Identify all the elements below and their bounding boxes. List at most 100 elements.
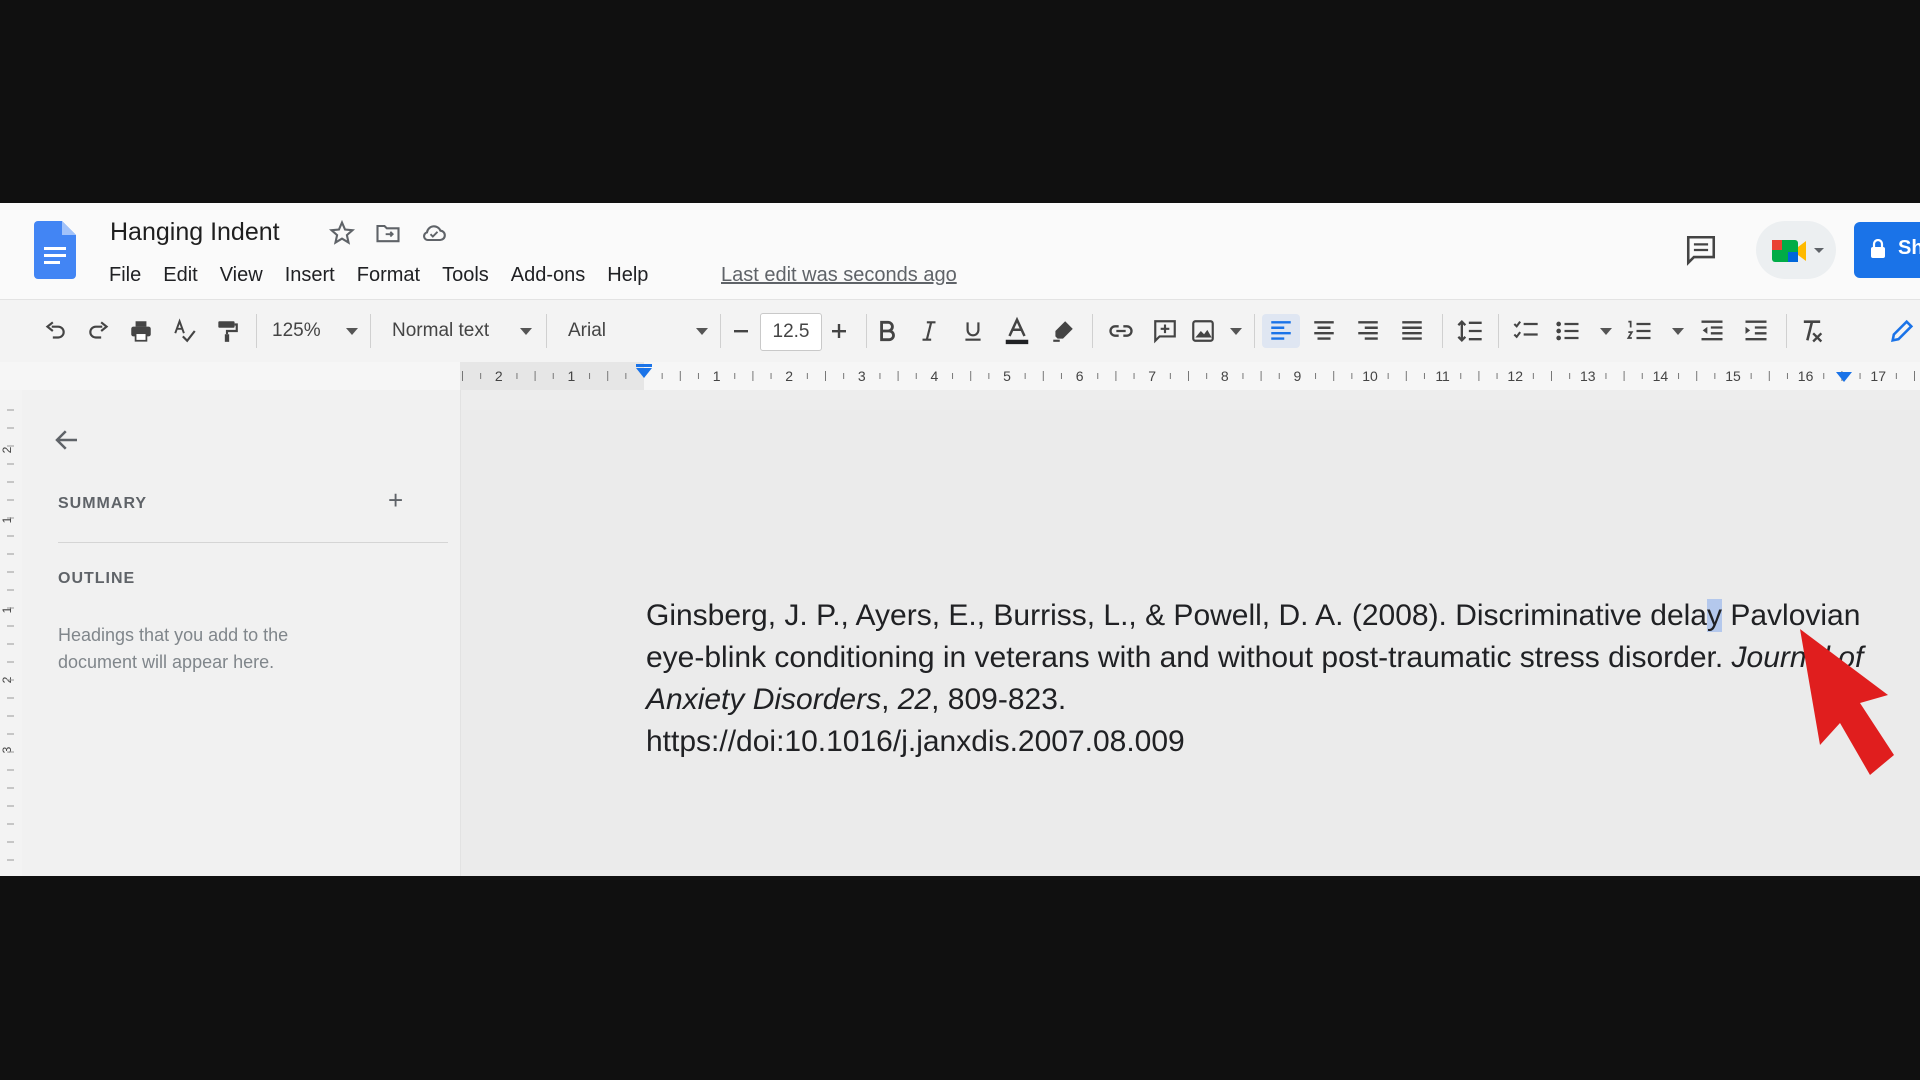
increase-indent-icon[interactable] [1738,314,1774,348]
ruler-number: 8 [1221,368,1229,384]
vertical-ruler: 21123 [0,390,23,876]
ruler-number: 11 [1435,368,1450,384]
numbered-list-icon [1626,320,1651,340]
volume-number: 22 [897,683,932,716]
move-folder-icon[interactable] [374,219,402,247]
star-icon[interactable] [328,219,356,247]
menu-tools[interactable]: Tools [431,260,500,291]
formatting-toolbar: 125% Normal text Arial 12.5 [0,299,1920,363]
undo-icon[interactable] [38,314,72,348]
chevron-down-icon [520,327,532,335]
first-line-indent-marker-icon[interactable] [636,364,652,367]
cloud-status-icon[interactable] [420,219,448,247]
insert-link-icon[interactable] [1104,314,1138,348]
italic-icon[interactable] [912,314,946,348]
last-edit-link[interactable]: Last edit was seconds ago [721,264,957,287]
vertical-ruler-number: 1 [0,516,14,523]
lock-icon [1871,239,1885,258]
bulleted-list-dropdown[interactable] [1554,314,1612,348]
document-canvas: Ginsberg, J. P., Ayers, E., Burriss, L.,… [460,390,1920,876]
meet-button[interactable] [1756,221,1836,279]
reference-paragraph[interactable]: Ginsberg, J. P., Ayers, E., Burriss, L.,… [646,595,1876,763]
bold-icon[interactable] [870,314,904,348]
decrease-font-size-button[interactable] [726,314,756,348]
ruler-margin-area [460,362,644,390]
menu-addons[interactable]: Add-ons [500,260,597,291]
menu-format[interactable]: Format [346,260,431,291]
insert-image-dropdown[interactable] [1190,314,1242,348]
justify-icon[interactable] [1394,314,1430,348]
ruler-number: 4 [931,368,939,384]
page-range: , 809-823. [931,683,1067,716]
numbered-list-dropdown[interactable] [1626,314,1684,348]
text-color-icon[interactable] [1000,314,1034,348]
comments-icon[interactable] [1684,233,1718,267]
decrease-indent-icon[interactable] [1694,314,1730,348]
docs-logo-icon[interactable] [34,221,76,279]
share-button[interactable]: Sh [1854,222,1920,278]
menu-view[interactable]: View [209,260,274,291]
chevron-down-icon [1230,327,1242,335]
chevron-down-icon [696,327,708,335]
horizontal-ruler[interactable]: 2 1 1 2 3 4 5 6 7 8 9 10 11 12 13 14 15 16 17 [0,362,1920,391]
style-value: Normal text [392,320,490,341]
plus-icon [832,324,846,338]
redo-icon[interactable] [82,314,116,348]
font-dropdown[interactable]: Arial [568,314,708,348]
comma-text: , [881,683,898,716]
ruler-number: 17 [1870,368,1886,384]
outline-heading: OUTLINE [58,570,136,587]
underline-icon[interactable] [956,314,990,348]
close-outline-arrow-icon[interactable] [52,425,82,455]
summary-heading: SUMMARY [58,495,148,512]
paint-format-icon[interactable] [210,314,244,348]
document-page[interactable]: Ginsberg, J. P., Ayers, E., Burriss, L.,… [461,410,1920,876]
right-indent-marker-icon[interactable] [1836,372,1852,382]
red-pointer-arrow-icon [1800,629,1894,775]
document-outline-panel: SUMMARY + OUTLINE Headings that you add … [22,390,460,876]
menu-insert[interactable]: Insert [274,260,346,291]
ruler-number: 2 [785,368,793,384]
insert-comment-icon[interactable] [1148,314,1182,348]
menu-file[interactable]: File [98,260,152,291]
checklist-icon[interactable] [1508,314,1544,348]
print-icon[interactable] [124,314,158,348]
outline-empty-hint: Headings that you add to the document wi… [58,625,289,672]
ruler-number: 3 [858,368,866,384]
add-summary-button[interactable]: + [388,485,403,516]
editing-mode-icon[interactable] [1884,314,1920,348]
increase-font-size-button[interactable] [824,314,854,348]
paragraph-style-dropdown[interactable]: Normal text [392,314,532,348]
spellcheck-icon[interactable] [168,314,202,348]
share-label: Sh [1898,237,1920,259]
highlight-color-icon[interactable] [1046,314,1080,348]
image-icon [1192,320,1214,342]
vertical-ruler-number: 1 [0,606,14,613]
doi-link[interactable]: https://doi:10.1016/j.janxdis.2007.08.00… [646,725,1185,758]
ruler-number: 16 [1798,368,1814,384]
zoom-dropdown[interactable]: 125% [272,314,358,348]
ruler-number: 1 [713,368,721,384]
document-title[interactable]: Hanging Indent [110,218,280,247]
line-spacing-icon[interactable] [1452,314,1488,348]
align-center-icon[interactable] [1306,314,1342,348]
ruler-number: 14 [1653,368,1669,384]
minus-icon [734,330,748,333]
menu-edit[interactable]: Edit [152,260,208,291]
chevron-down-icon [1600,327,1612,335]
bulleted-list-icon [1556,321,1579,341]
align-right-icon[interactable] [1350,314,1386,348]
meet-icon [1772,240,1824,262]
font-size-input[interactable]: 12.5 [760,313,822,351]
ruler-number-left: 2 [495,368,503,384]
docs-app-window: Hanging Indent File Edit View Insert For… [0,203,1920,876]
ruler-number: 15 [1725,368,1741,384]
clear-formatting-icon[interactable] [1794,314,1830,348]
menu-help[interactable]: Help [596,260,659,291]
ruler-number: 7 [1148,368,1156,384]
vertical-ruler-number: 2 [0,446,14,453]
ruler-number: 6 [1076,368,1084,384]
align-left-icon[interactable] [1262,314,1300,348]
ruler-number: 5 [1003,368,1011,384]
chevron-down-icon [346,327,358,335]
